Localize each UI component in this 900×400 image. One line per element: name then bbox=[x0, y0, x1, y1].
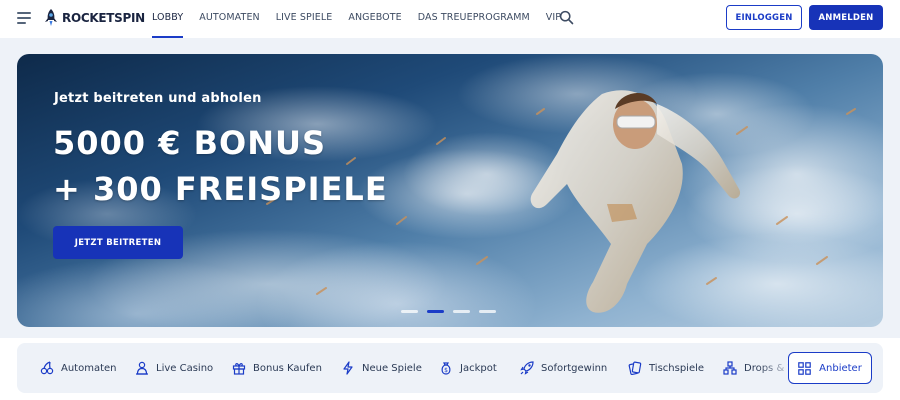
hero-subtitle: Jetzt beitreten und abholen bbox=[54, 91, 262, 106]
category-label: Live Casino bbox=[156, 362, 214, 374]
category-label: Automaten bbox=[61, 362, 117, 374]
carousel-dot-4[interactable] bbox=[479, 310, 496, 313]
category-label: Bonus Kaufen bbox=[253, 362, 322, 374]
logo[interactable]: ROCKETSPIN bbox=[43, 8, 145, 28]
category-neue-spiele[interactable]: Neue Spiele bbox=[341, 343, 422, 393]
nav-item-lobby[interactable]: LOBBY bbox=[152, 0, 184, 38]
hero-section: Jetzt beitreten und abholen 5000 € BONUS… bbox=[0, 38, 900, 338]
dealer-icon bbox=[136, 361, 148, 375]
carousel-dot-2[interactable] bbox=[427, 310, 444, 313]
rocket-icon bbox=[520, 361, 534, 375]
category-label: Neue Spiele bbox=[362, 362, 422, 374]
cards-icon bbox=[628, 361, 642, 375]
search-icon[interactable] bbox=[559, 10, 574, 25]
nav-item-automaten[interactable]: AUTOMATEN bbox=[199, 0, 260, 38]
main-nav: LOBBY AUTOMATEN LIVE SPIELE ANGEBOTE DAS… bbox=[152, 0, 577, 38]
category-bar: Automaten Live Casino Bonus Kaufen Neue … bbox=[17, 343, 883, 393]
hamburger-menu-icon[interactable] bbox=[17, 12, 31, 24]
lightning-icon bbox=[343, 361, 353, 375]
login-button[interactable]: EINLOGGEN bbox=[726, 5, 802, 30]
hierarchy-icon bbox=[723, 361, 737, 375]
category-label: Sofortgewinn bbox=[541, 362, 608, 374]
hero-banner[interactable]: Jetzt beitreten und abholen 5000 € BONUS… bbox=[17, 54, 883, 327]
nav-item-live-spiele[interactable]: LIVE SPIELE bbox=[276, 0, 333, 38]
category-label: Tischspiele bbox=[649, 362, 705, 374]
category-live-casino[interactable]: Live Casino bbox=[135, 343, 213, 393]
hero-title-line-1: 5000 € BONUS bbox=[53, 124, 327, 162]
hero-title: 5000 € BONUS + 300 FREISPIELE bbox=[53, 120, 388, 212]
category-jackpot[interactable]: $ Jackpot bbox=[439, 343, 497, 393]
money-bag-icon: $ bbox=[441, 362, 451, 375]
logo-text: ROCKETSPIN bbox=[62, 11, 145, 25]
cherries-icon bbox=[40, 361, 54, 375]
grid-icon bbox=[798, 361, 811, 375]
category-sofortgewinn[interactable]: Sofortgewinn bbox=[520, 343, 607, 393]
providers-button[interactable]: Anbieter bbox=[788, 352, 872, 384]
carousel-pagination bbox=[401, 310, 505, 313]
signup-button[interactable]: ANMELDEN bbox=[809, 5, 883, 30]
hero-title-line-2: + 300 FREISPIELE bbox=[53, 170, 388, 208]
gift-icon bbox=[232, 363, 246, 375]
rocket-logo-icon bbox=[45, 9, 57, 26]
category-automaten[interactable]: Automaten bbox=[40, 343, 117, 393]
carousel-dot-3[interactable] bbox=[453, 310, 470, 313]
nav-item-angebote[interactable]: ANGEBOTE bbox=[348, 0, 401, 38]
carousel-dot-1[interactable] bbox=[401, 310, 418, 313]
category-bonus-kaufen[interactable]: Bonus Kaufen bbox=[232, 343, 322, 393]
top-header: ROCKETSPIN LOBBY AUTOMATEN LIVE SPIELE A… bbox=[0, 0, 900, 38]
svg-text:$: $ bbox=[444, 367, 448, 374]
join-now-button[interactable]: JETZT BEITRETEN bbox=[53, 226, 183, 259]
providers-label: Anbieter bbox=[819, 362, 862, 374]
nav-item-treueprogramm[interactable]: DAS TREUEPROGRAMM bbox=[418, 0, 530, 38]
category-tischspiele[interactable]: Tischspiele bbox=[628, 343, 704, 393]
category-label: Jackpot bbox=[460, 362, 497, 374]
